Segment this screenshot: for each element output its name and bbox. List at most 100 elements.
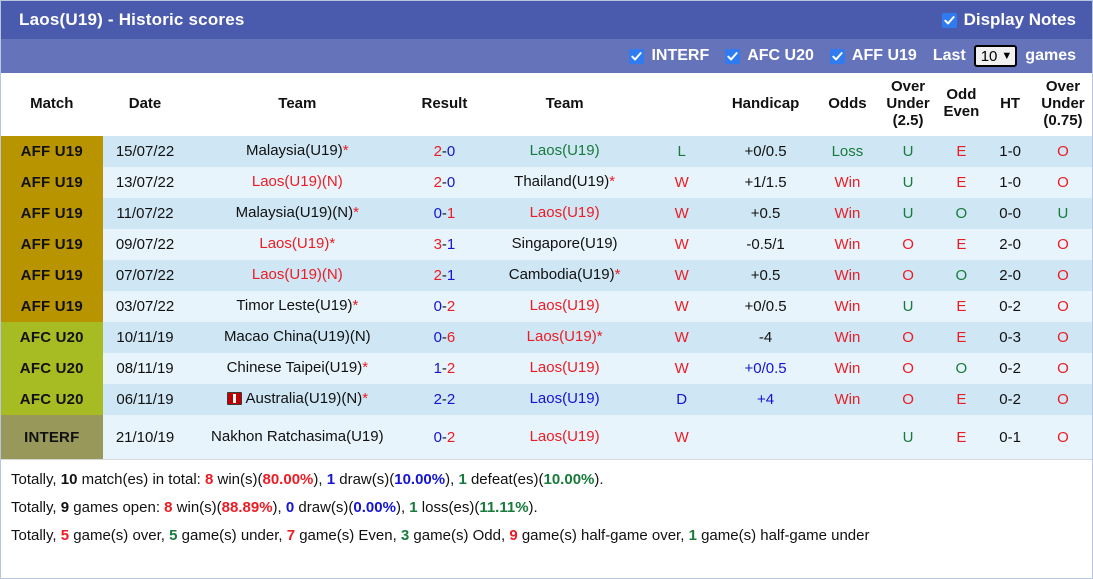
col-over-under-075: OverUnder(0.75) bbox=[1034, 73, 1092, 136]
last-games-value: 10 bbox=[981, 48, 998, 65]
match-result: 1-2 bbox=[407, 353, 482, 384]
s3-t7: game(s) half-game under bbox=[697, 527, 870, 544]
table-row[interactable]: INTERF21/10/19Nakhon Ratchasima(U19)0-2L… bbox=[1, 415, 1092, 459]
s2-n2: 8 bbox=[164, 499, 172, 516]
summary-line-1: Totally, 10 match(es) in total: 8 win(s)… bbox=[11, 466, 1092, 494]
interf-checkbox[interactable] bbox=[629, 49, 644, 64]
odd-even-value: E bbox=[937, 229, 987, 260]
win-draw-loss: W bbox=[647, 167, 715, 198]
over-under-25-value: O bbox=[880, 229, 937, 260]
away-team[interactable]: Laos(U19) bbox=[482, 353, 648, 384]
odd-even-value: E bbox=[937, 384, 987, 415]
col-result: Result bbox=[407, 73, 482, 136]
home-team[interactable]: Australia(U19)(N)* bbox=[187, 384, 407, 415]
match-date: 09/07/22 bbox=[103, 229, 188, 260]
table-row[interactable]: AFC U2006/11/19Australia(U19)(N)*2-2Laos… bbox=[1, 384, 1092, 415]
over-under-075-value: O bbox=[1034, 353, 1092, 384]
home-team[interactable]: Timor Leste(U19)* bbox=[187, 291, 407, 322]
odd-even-value: E bbox=[937, 136, 987, 168]
match-result: 2-2 bbox=[407, 384, 482, 415]
home-team[interactable]: Malaysia(U19)* bbox=[187, 136, 407, 168]
handicap-value: +0/0.5 bbox=[716, 291, 815, 322]
s3-n1: 5 bbox=[61, 527, 69, 544]
s2-p2: 0.00% bbox=[353, 499, 396, 516]
handicap-value: +0.5 bbox=[716, 198, 815, 229]
away-team[interactable]: Laos(U19) bbox=[482, 384, 648, 415]
away-team[interactable]: Laos(U19) bbox=[482, 415, 648, 459]
odds-result: Win bbox=[815, 353, 879, 384]
table-row[interactable]: AFF U1913/07/22Laos(U19)(N)2-0Thailand(U… bbox=[1, 167, 1092, 198]
handicap-value: +4 bbox=[716, 384, 815, 415]
table-row[interactable]: AFC U2008/11/19Chinese Taipei(U19)*1-2La… bbox=[1, 353, 1092, 384]
afc-u20-checkbox[interactable] bbox=[725, 49, 740, 64]
handicap-value: +1/1.5 bbox=[716, 167, 815, 198]
filter-afc-u20[interactable]: AFC U20 bbox=[725, 47, 814, 65]
half-time-score: 0-1 bbox=[986, 415, 1034, 459]
over-under-075-value: O bbox=[1034, 291, 1092, 322]
col-over-under-25: OverUnder(2.5) bbox=[880, 73, 937, 136]
over-under-075-value: O bbox=[1034, 415, 1092, 459]
home-team[interactable]: Macao China(U19)(N) bbox=[187, 322, 407, 353]
match-date: 15/07/22 bbox=[103, 136, 188, 168]
match-result: 2-1 bbox=[407, 260, 482, 291]
home-team[interactable]: Chinese Taipei(U19)* bbox=[187, 353, 407, 384]
home-team[interactable]: Laos(U19)(N) bbox=[187, 260, 407, 291]
match-date: 10/11/19 bbox=[103, 322, 188, 353]
s3-t6: game(s) half-game over, bbox=[518, 527, 689, 544]
away-team[interactable]: Cambodia(U19)* bbox=[482, 260, 648, 291]
s3-n4: 3 bbox=[401, 527, 409, 544]
display-notes-checkbox[interactable] bbox=[942, 13, 957, 28]
match-type-badge: AFF U19 bbox=[1, 291, 103, 322]
s2-t2: games open: bbox=[69, 499, 164, 516]
s2-p3: 11.11% bbox=[479, 499, 528, 516]
s2-t6: ), bbox=[396, 499, 409, 516]
over-under-075-value: O bbox=[1034, 167, 1092, 198]
display-notes-label: Display Notes bbox=[964, 10, 1076, 30]
table-row[interactable]: AFF U1907/07/22Laos(U19)(N)2-1Cambodia(U… bbox=[1, 260, 1092, 291]
home-team[interactable]: Malaysia(U19)(N)* bbox=[187, 198, 407, 229]
half-time-score: 1-0 bbox=[986, 136, 1034, 168]
away-team[interactable]: Thailand(U19)* bbox=[482, 167, 648, 198]
table-row[interactable]: AFF U1909/07/22Laos(U19)*3-1Singapore(U1… bbox=[1, 229, 1092, 260]
table-row[interactable]: AFF U1911/07/22Malaysia(U19)(N)*0-1Laos(… bbox=[1, 198, 1092, 229]
over-under-25-value: O bbox=[880, 384, 937, 415]
s2-n3: 0 bbox=[286, 499, 294, 516]
table-row[interactable]: AFF U1915/07/22Malaysia(U19)*2-0Laos(U19… bbox=[1, 136, 1092, 168]
historic-scores-table: Match Date Team Result Team Handicap Odd… bbox=[1, 73, 1092, 459]
home-team[interactable]: Nakhon Ratchasima(U19) bbox=[187, 415, 407, 459]
title-bar: Laos(U19) - Historic scores Display Note… bbox=[1, 1, 1092, 39]
table-row[interactable]: AFF U1903/07/22Timor Leste(U19)*0-2Laos(… bbox=[1, 291, 1092, 322]
match-result: 0-2 bbox=[407, 291, 482, 322]
away-team[interactable]: Laos(U19)* bbox=[482, 322, 648, 353]
away-team[interactable]: Laos(U19) bbox=[482, 136, 648, 168]
s2-t7: loss(es)( bbox=[418, 499, 480, 516]
s1-p3: 10.00% bbox=[544, 471, 595, 488]
filter-bar: INTERF AFC U20 AFF U19 Last 10 ▼ games bbox=[1, 39, 1092, 73]
s3-t3: game(s) under, bbox=[177, 527, 286, 544]
over-under-075-value: O bbox=[1034, 322, 1092, 353]
half-time-score: 1-0 bbox=[986, 167, 1034, 198]
half-time-score: 0-2 bbox=[986, 384, 1034, 415]
interf-label: INTERF bbox=[651, 47, 709, 65]
match-date: 13/07/22 bbox=[103, 167, 188, 198]
s2-n4: 1 bbox=[409, 499, 417, 516]
table-row[interactable]: AFC U2010/11/19Macao China(U19)(N)0-6Lao… bbox=[1, 322, 1092, 353]
over-under-075-value: O bbox=[1034, 136, 1092, 168]
home-team[interactable]: Laos(U19)* bbox=[187, 229, 407, 260]
away-team[interactable]: Laos(U19) bbox=[482, 198, 648, 229]
last-label: Last bbox=[933, 47, 966, 65]
aff-u19-checkbox[interactable] bbox=[830, 49, 845, 64]
display-notes-toggle[interactable]: Display Notes bbox=[942, 10, 1076, 30]
filter-interf[interactable]: INTERF bbox=[629, 47, 709, 65]
last-games-select[interactable]: 10 ▼ bbox=[974, 45, 1018, 67]
over-under-25-value: U bbox=[880, 291, 937, 322]
win-draw-loss: L bbox=[647, 136, 715, 168]
s1-t8: ). bbox=[594, 471, 603, 488]
away-team[interactable]: Singapore(U19) bbox=[482, 229, 648, 260]
win-draw-loss: D bbox=[647, 384, 715, 415]
odds-result: Win bbox=[815, 291, 879, 322]
home-team[interactable]: Laos(U19)(N) bbox=[187, 167, 407, 198]
filter-aff-u19[interactable]: AFF U19 bbox=[830, 47, 917, 65]
over-under-075-value: O bbox=[1034, 229, 1092, 260]
away-team[interactable]: Laos(U19) bbox=[482, 291, 648, 322]
